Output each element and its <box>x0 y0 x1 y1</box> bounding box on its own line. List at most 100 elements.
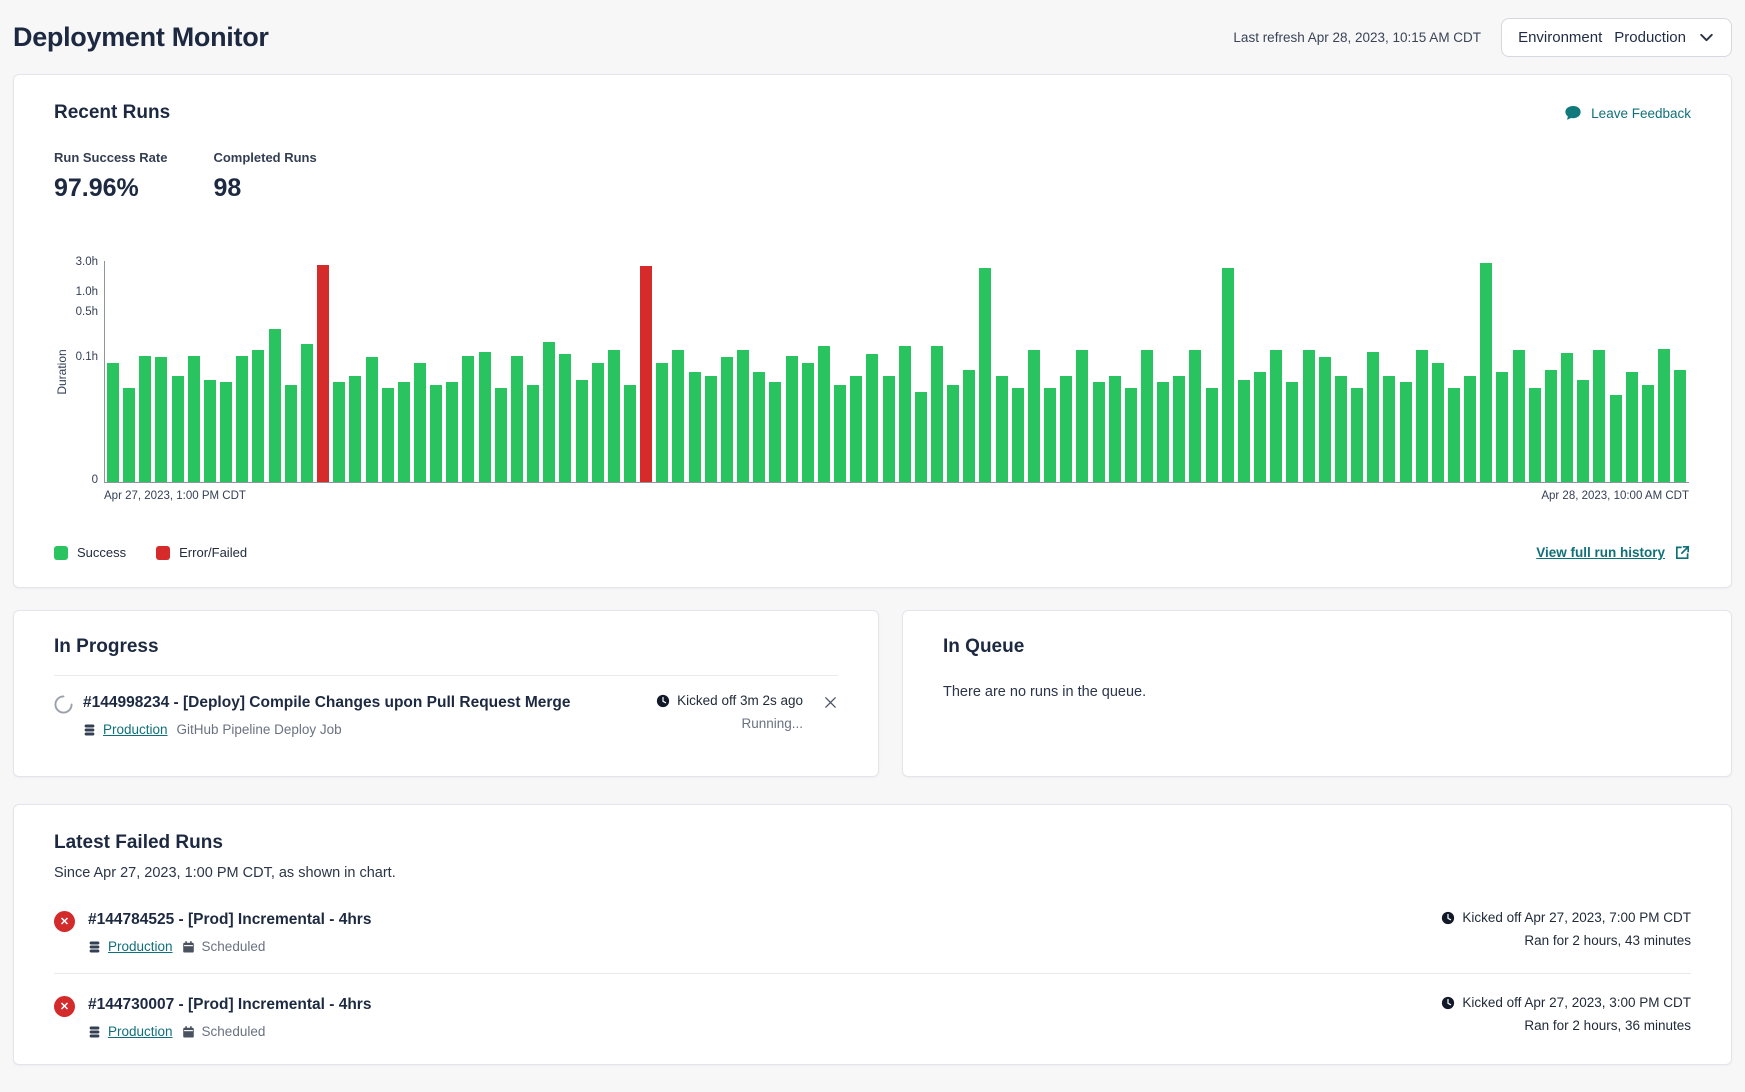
environment-link[interactable]: Production <box>88 939 173 954</box>
chart-bar-success[interactable] <box>1319 357 1331 482</box>
chart-bar-success[interactable] <box>236 356 248 482</box>
chart-bar-success[interactable] <box>1028 350 1040 482</box>
chart-bar-success[interactable] <box>1012 388 1024 482</box>
chart-bar-success[interactable] <box>188 356 200 482</box>
chart-bar-success[interactable] <box>786 356 798 482</box>
chart-bar-success[interactable] <box>1222 268 1234 482</box>
chart-bar-success[interactable] <box>1254 372 1266 482</box>
chart-bar-success[interactable] <box>1093 382 1105 482</box>
chart-bar-success[interactable] <box>446 382 458 482</box>
view-full-run-history-link[interactable]: View full run history <box>1536 544 1691 561</box>
chart-bar-success[interactable] <box>576 380 588 483</box>
chart-bar-success[interactable] <box>1416 350 1428 482</box>
chart-bar-success[interactable] <box>1351 388 1363 482</box>
chart-bar-success[interactable] <box>430 385 442 483</box>
chart-bar-success[interactable] <box>301 344 313 482</box>
chart-bar-success[interactable] <box>769 382 781 482</box>
chart-bar-success[interactable] <box>1044 388 1056 482</box>
chart-bar-success[interactable] <box>559 354 571 482</box>
chart-bar-success[interactable] <box>802 363 814 482</box>
chart-bar-success[interactable] <box>1238 380 1250 483</box>
chart-bar-success[interactable] <box>1448 388 1460 482</box>
chart-bar-success[interactable] <box>883 376 895 482</box>
chart-bar-success[interactable] <box>834 385 846 483</box>
chart-bar-success[interactable] <box>543 342 555 482</box>
chart-bar-success[interactable] <box>1189 350 1201 482</box>
chart-bar-success[interactable] <box>1496 372 1508 482</box>
chart-bar-success[interactable] <box>1383 376 1395 482</box>
chart-bar-success[interactable] <box>527 385 539 483</box>
chart-bar-success[interactable] <box>1577 380 1589 483</box>
chart-bar-success[interactable] <box>656 363 668 482</box>
environment-dropdown[interactable]: Environment Production <box>1501 18 1732 57</box>
chart-bar-success[interactable] <box>414 363 426 482</box>
chart-bar-success[interactable] <box>366 357 378 482</box>
chart-bar-success[interactable] <box>1593 350 1605 482</box>
chart-bar-success[interactable] <box>1626 372 1638 482</box>
chart-bar-success[interactable] <box>624 385 636 483</box>
chart-bar-success[interactable] <box>1513 350 1525 482</box>
environment-link[interactable]: Production <box>83 722 168 737</box>
chart-bar-success[interactable] <box>1529 388 1541 482</box>
chart-bar-success[interactable] <box>123 388 135 482</box>
chart-bar-success[interactable] <box>1610 395 1622 483</box>
chart-bar-success[interactable] <box>705 376 717 482</box>
chart-bar-success[interactable] <box>382 388 394 482</box>
chart-bar-success[interactable] <box>1125 388 1137 482</box>
chart-bar-success[interactable] <box>398 382 410 482</box>
chart-bar-success[interactable] <box>1561 353 1573 482</box>
chart-bar-success[interactable] <box>1076 350 1088 482</box>
chart-bar-success[interactable] <box>672 350 684 482</box>
chart-bar-success[interactable] <box>996 376 1008 482</box>
chart-bar-success[interactable] <box>462 356 474 482</box>
chart-bar-success[interactable] <box>155 357 167 482</box>
chart-bar-success[interactable] <box>172 376 184 482</box>
chart-bar-success[interactable] <box>1109 376 1121 482</box>
chart-bar-success[interactable] <box>479 352 491 482</box>
chart-bar-success[interactable] <box>1432 363 1444 482</box>
environment-link[interactable]: Production <box>88 1024 173 1039</box>
chart-bar-success[interactable] <box>333 382 345 482</box>
chart-bar-success[interactable] <box>349 376 361 482</box>
chart-bar-success[interactable] <box>1335 376 1347 482</box>
chart-bar-success[interactable] <box>1464 376 1476 482</box>
chart-bar-success[interactable] <box>850 376 862 482</box>
chart-bar-failed[interactable] <box>317 265 329 483</box>
chart-bar-success[interactable] <box>947 385 959 483</box>
chart-bar-success[interactable] <box>1206 388 1218 482</box>
chart-bar-success[interactable] <box>1303 350 1315 482</box>
chart-bar-success[interactable] <box>1060 376 1072 482</box>
chart-bar-success[interactable] <box>737 350 749 482</box>
chart-bar-success[interactable] <box>608 350 620 482</box>
chart-bar-success[interactable] <box>1367 352 1379 482</box>
chart-bar-success[interactable] <box>139 356 151 482</box>
chart-bar-success[interactable] <box>689 372 701 482</box>
leave-feedback-link[interactable]: Leave Feedback <box>1564 104 1691 122</box>
chart-bar-success[interactable] <box>1173 376 1185 482</box>
chart-bar-success[interactable] <box>818 346 830 482</box>
chart-bar-success[interactable] <box>495 388 507 482</box>
chart-bar-success[interactable] <box>592 363 604 482</box>
chart-bar-success[interactable] <box>753 372 765 482</box>
chart-bar-failed[interactable] <box>640 266 652 482</box>
chart-bar-success[interactable] <box>1658 349 1670 482</box>
chart-bar-success[interactable] <box>1545 370 1557 483</box>
chart-bar-success[interactable] <box>1141 350 1153 482</box>
chart-bar-success[interactable] <box>1286 382 1298 482</box>
chart-bar-success[interactable] <box>963 370 975 483</box>
chart-bar-success[interactable] <box>899 346 911 482</box>
chart-bar-success[interactable] <box>1674 370 1686 483</box>
close-icon[interactable] <box>823 695 838 713</box>
chart-bar-success[interactable] <box>252 350 264 482</box>
chart-bar-success[interactable] <box>220 382 232 482</box>
chart-bar-success[interactable] <box>285 385 297 483</box>
chart-bar-success[interactable] <box>1270 350 1282 482</box>
chart-bar-success[interactable] <box>931 346 943 482</box>
chart-bar-success[interactable] <box>511 356 523 482</box>
chart-bar-success[interactable] <box>1400 382 1412 482</box>
chart-bar-success[interactable] <box>979 268 991 482</box>
chart-bar-success[interactable] <box>107 363 119 482</box>
chart-bar-success[interactable] <box>204 380 216 483</box>
chart-bar-success[interactable] <box>915 392 927 482</box>
chart-bar-success[interactable] <box>1157 382 1169 482</box>
